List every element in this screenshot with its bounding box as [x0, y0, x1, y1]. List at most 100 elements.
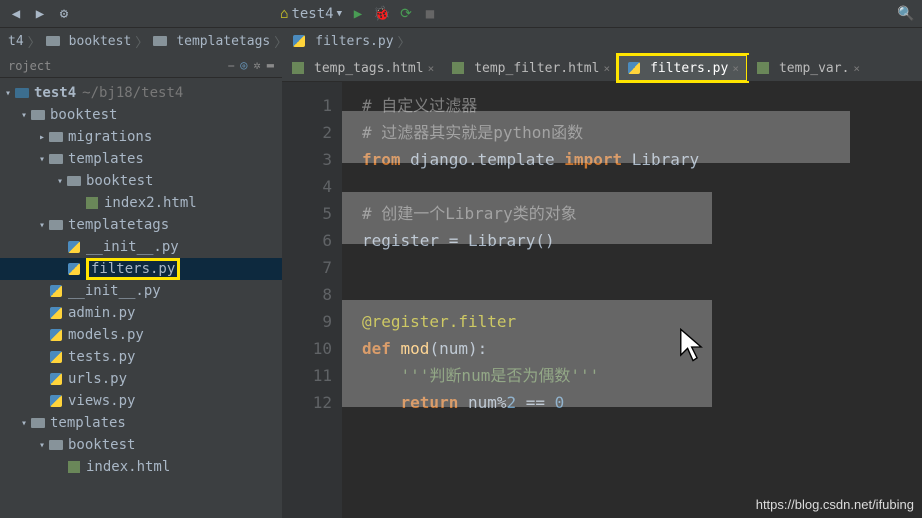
- code-line[interactable]: # 自定义过滤器: [362, 92, 922, 119]
- close-icon[interactable]: ×: [732, 62, 739, 75]
- chevron-right-icon[interactable]: ▸: [36, 132, 48, 143]
- code-line[interactable]: [362, 281, 922, 308]
- tree-item-label: tests.py: [68, 349, 135, 365]
- code-line[interactable]: return num%2 == 0: [362, 389, 922, 416]
- tree-row[interactable]: admin.py: [0, 302, 282, 324]
- tree-row[interactable]: __init__.py: [0, 280, 282, 302]
- code-token: register = Library(): [362, 231, 555, 250]
- run-config-selector[interactable]: ⌂test4▼: [280, 6, 342, 22]
- line-number: 11: [282, 362, 332, 389]
- folder-icon: [48, 218, 64, 232]
- close-icon[interactable]: ×: [603, 62, 610, 75]
- editor-area: temp_tags.html×temp_filter.html×filters.…: [282, 54, 922, 518]
- code-token: [362, 366, 401, 385]
- gear-icon[interactable]: ⚙: [56, 6, 72, 22]
- back-icon[interactable]: ◀: [8, 6, 24, 22]
- breadcrumb-item[interactable]: t4: [4, 34, 28, 49]
- tree-row[interactable]: ▾booktest: [0, 170, 282, 192]
- chevron-down-icon[interactable]: ▾: [2, 88, 14, 99]
- breadcrumb-item[interactable]: templatetags: [148, 34, 274, 49]
- folder-icon: [48, 152, 64, 166]
- line-number: 10: [282, 335, 332, 362]
- chevron-down-icon[interactable]: ▾: [36, 154, 48, 165]
- code-line[interactable]: # 创建一个Library类的对象: [362, 200, 922, 227]
- line-number: 9: [282, 308, 332, 335]
- target-icon[interactable]: ◎: [240, 58, 247, 73]
- code-line[interactable]: from django.template import Library: [362, 146, 922, 173]
- project-folder-icon: [14, 86, 30, 100]
- debug-icon[interactable]: 🐞: [374, 6, 390, 22]
- line-number: 7: [282, 254, 332, 281]
- editor-tab[interactable]: temp_var.×: [747, 55, 868, 81]
- editor-tab[interactable]: temp_tags.html×: [282, 55, 442, 81]
- collapse-icon[interactable]: ⎯: [228, 58, 234, 73]
- tree-row[interactable]: ▸ migrations: [0, 126, 282, 148]
- hide-icon[interactable]: ▬: [267, 58, 274, 73]
- tree-row[interactable]: __init__.py: [0, 236, 282, 258]
- code-token: # 自定义过滤器: [362, 96, 477, 115]
- code-line[interactable]: '''判断num是否为偶数''': [362, 362, 922, 389]
- close-icon[interactable]: ×: [428, 62, 435, 75]
- tree-row[interactable]: ▾booktest: [0, 104, 282, 126]
- breadcrumb-item[interactable]: booktest: [41, 34, 136, 49]
- tree-row[interactable]: ▾templates: [0, 148, 282, 170]
- tree-row[interactable]: filters.py: [0, 258, 282, 280]
- tree-row[interactable]: index.html: [0, 456, 282, 478]
- tab-label: temp_filter.html: [474, 61, 599, 76]
- sidebar-title: roject: [8, 59, 51, 73]
- tree-row[interactable]: models.py: [0, 324, 282, 346]
- tree-row[interactable]: ▾templatetags: [0, 214, 282, 236]
- code-token: def: [362, 339, 401, 358]
- tree-item-label: index2.html: [104, 195, 197, 211]
- code-line[interactable]: [362, 173, 922, 200]
- code-line[interactable]: def mod(num):: [362, 335, 922, 362]
- python-file-icon: [48, 350, 64, 364]
- tree-row[interactable]: views.py: [0, 390, 282, 412]
- code-line[interactable]: # 过滤器其实就是python函数: [362, 119, 922, 146]
- chevron-down-icon[interactable]: ▾: [54, 176, 66, 187]
- editor-tab[interactable]: temp_filter.html ×: [442, 55, 618, 81]
- editor-tab[interactable]: filters.py×: [618, 55, 747, 81]
- project-tree[interactable]: ▾ test4 ~/bj18/test4 ▾booktest ▸ migration…: [0, 78, 282, 518]
- search-icon[interactable]: 🔍: [898, 6, 914, 22]
- forward-icon[interactable]: ▶: [32, 6, 48, 22]
- close-icon[interactable]: ×: [853, 62, 860, 75]
- html-file-icon: [755, 61, 771, 75]
- folder-icon: [152, 34, 168, 48]
- tree-row[interactable]: urls.py: [0, 368, 282, 390]
- code-token: # 过滤器其实就是python函数: [362, 123, 583, 142]
- folder-icon: [30, 108, 46, 122]
- tree-row[interactable]: ▾booktest: [0, 434, 282, 456]
- compass-icon[interactable]: ⟳: [398, 6, 414, 22]
- breadcrumb-item[interactable]: filters.py: [287, 34, 397, 49]
- chevron-down-icon[interactable]: ▾: [18, 110, 30, 121]
- code-token: 2: [507, 393, 517, 412]
- tree-item-label: __init__.py: [86, 239, 179, 255]
- chevron-down-icon[interactable]: ▾: [36, 220, 48, 231]
- code-token: num%: [468, 393, 507, 412]
- editor-tabs: temp_tags.html×temp_filter.html×filters.…: [282, 54, 922, 82]
- tree-item-label: migrations: [68, 129, 152, 145]
- line-number: 2: [282, 119, 332, 146]
- code-token: mod: [401, 339, 430, 358]
- chevron-down-icon[interactable]: ▾: [18, 418, 30, 429]
- stop-icon[interactable]: ■: [422, 6, 438, 22]
- code-line[interactable]: [362, 254, 922, 281]
- html-file-icon: [450, 61, 466, 75]
- tree-row[interactable]: index2.html: [0, 192, 282, 214]
- code-line[interactable]: @register.filter: [362, 308, 922, 335]
- code-line[interactable]: register = Library(): [362, 227, 922, 254]
- code-editor[interactable]: 123456789101112 # 自定义过滤器# 过滤器其实就是python函…: [282, 82, 922, 518]
- code-lines: # 自定义过滤器 # 过滤器其实就是python函数 from django.tem…: [342, 82, 922, 518]
- tree-item-label: __init__.py: [68, 283, 161, 299]
- gutter: 123456789101112: [282, 82, 342, 518]
- tree-row[interactable]: tests.py: [0, 346, 282, 368]
- run-icon[interactable]: ▶: [350, 6, 366, 22]
- html-file-icon: [84, 196, 100, 210]
- line-number: 1: [282, 92, 332, 119]
- tree-row[interactable]: ▾templates: [0, 412, 282, 434]
- tree-root[interactable]: ▾ test4 ~/bj18/test4: [0, 82, 282, 104]
- gear-icon[interactable]: ✲: [254, 58, 261, 73]
- project-sidebar: roject ⎯ ◎ ✲ ▬ ▾ test4 ~/bj18/test4 ▾boo…: [0, 54, 282, 518]
- chevron-down-icon[interactable]: ▾: [36, 440, 48, 451]
